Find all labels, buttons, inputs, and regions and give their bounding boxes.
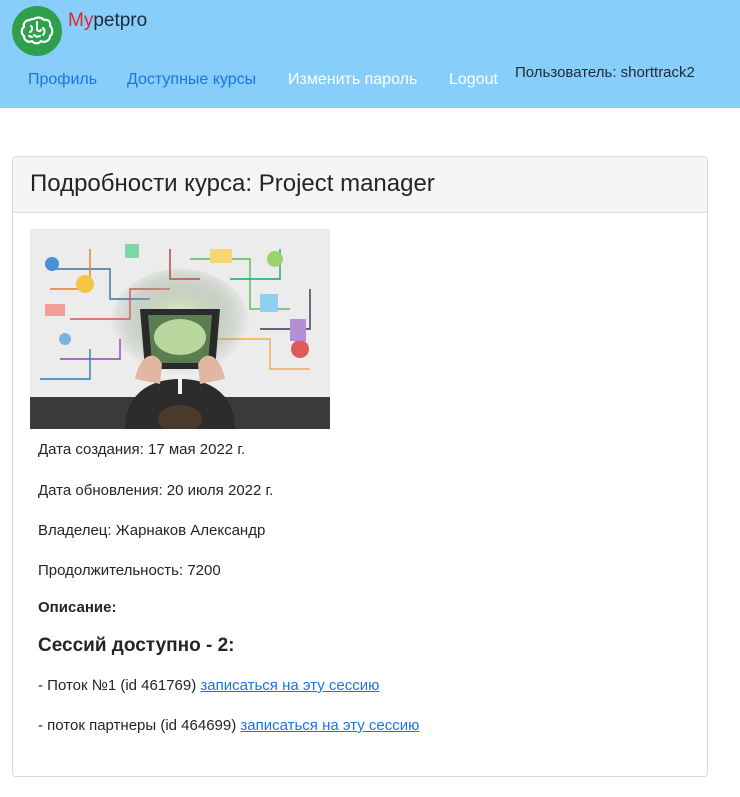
course-image — [30, 229, 330, 429]
session-text: - Поток №1 (id 461769) — [38, 677, 201, 694]
current-user-label: Пользователь: shorttrack2 — [515, 64, 695, 81]
sessions-heading: Сессий доступно - 2: — [38, 635, 235, 656]
enroll-session-link[interactable]: записаться на эту сессию — [200, 677, 379, 694]
brain-logo-icon[interactable] — [12, 6, 62, 56]
brand-part-petpro: petpro — [93, 10, 148, 31]
session-item: - Поток №1 (id 461769) записаться на эту… — [38, 677, 379, 694]
created-date: Дата создания: 17 мая 2022 г. — [38, 441, 246, 458]
card-header: Подробности курса: Project manager — [13, 157, 707, 213]
nav-link-profile[interactable]: Профиль — [28, 71, 97, 89]
enroll-session-link[interactable]: записаться на эту сессию — [240, 717, 419, 734]
nav-link-change-password[interactable]: Изменить пароль — [288, 71, 417, 89]
session-item: - поток партнеры (id 464699) записаться … — [38, 717, 419, 734]
session-text: - поток партнеры (id 464699) — [38, 717, 241, 734]
course-owner: Владелец: Жарнаков Александр — [38, 522, 266, 539]
description-label: Описание: — [38, 599, 117, 616]
nav-link-logout[interactable]: Logout — [449, 71, 498, 89]
brand-part-my: My — [68, 10, 94, 31]
updated-date: Дата обновления: 20 июля 2022 г. — [38, 482, 274, 499]
course-duration: Продолжительность: 7200 — [38, 562, 221, 579]
nav-link-courses[interactable]: Доступные курсы — [127, 71, 256, 89]
top-navbar: Mypetpro Профиль Доступные курсы Изменит… — [0, 0, 740, 108]
brand-name[interactable]: Mypetpro — [68, 10, 147, 32]
page-title: Подробности курса: Project manager — [30, 170, 435, 197]
course-details-card: Подробности курса: Project manager Дата … — [12, 156, 708, 777]
